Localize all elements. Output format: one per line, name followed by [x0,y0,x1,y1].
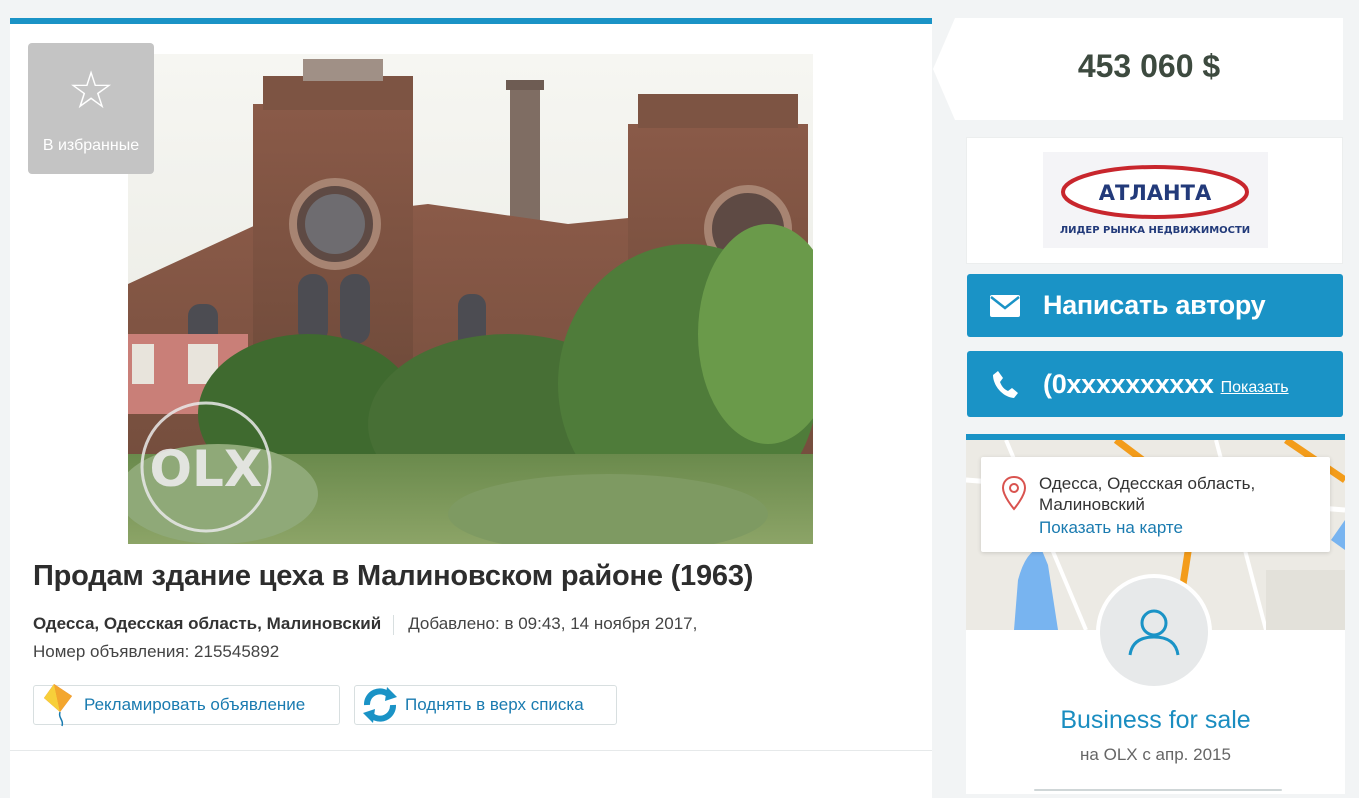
refresh-icon [355,685,405,725]
svg-text:ЛИДЕР РЫНКА НЕДВИЖИМОСТИ: ЛИДЕР РЫНКА НЕДВИЖИМОСТИ [1060,225,1250,236]
promote-listing-button[interactable]: Рекламировать объявление [33,684,340,727]
promote-listing-label: Рекламировать объявление [84,695,306,714]
listing-ad-number: Номер объявления: 215545892 [33,642,280,661]
bump-listing-button[interactable]: Поднять в верх списка [354,685,617,725]
kite-icon [34,684,84,727]
phone-icon [967,370,1043,398]
bump-listing-label: Поднять в верх списка [405,695,584,714]
olx-watermark: OLX [150,440,263,498]
listing-meta: Одесса, Одесская область, Малиновский Доб… [33,610,913,666]
listing-photo[interactable]: OLX [128,54,813,544]
agency-logo-box[interactable]: АТЛАНТА ЛИДЕР РЫНКА НЕДВИЖИМОСТИ [966,137,1343,264]
meta-divider [393,614,395,635]
seller-divider [1034,789,1282,791]
show-on-map-link[interactable]: Показать на карте [1039,518,1183,538]
svg-text:АТЛАНТА: АТЛАНТА [1099,181,1212,205]
listing-location: Одесса, Одесская область, Малиновский [33,614,382,633]
message-author-label: Написать автору [1043,290,1266,320]
seller-name-link[interactable]: Business for sale [966,706,1345,735]
agency-logo: АТЛАНТА ЛИДЕР РЫНКА НЕДВИЖИМОСТИ [1043,152,1268,248]
location-address: Одесса, Одесская область, Малиновский [1039,474,1256,514]
message-author-button[interactable]: Написать автору [967,274,1343,337]
card-divider [10,750,932,751]
seller-avatar[interactable] [1096,574,1212,690]
star-outline-icon: ☆ [67,62,115,120]
add-to-favorites-button[interactable]: ☆ В избранные [28,43,154,174]
seller-since: на OLX с апр. 2015 [1080,745,1231,764]
price-box: 453 060 $ [933,18,1343,120]
listing-added-date: Добавлено: в 09:43, 14 ноября 2017, [408,614,698,633]
location-card: Одесса, Одесская область, Малиновский По… [981,457,1330,552]
phone-number: (0xxxxxxxxxx [1043,368,1214,399]
building-photo: OLX [128,54,813,544]
envelope-icon [967,294,1043,317]
location-pin-icon [1001,475,1027,516]
phone-button[interactable]: (0xxxxxxxxxx Показать [967,351,1343,417]
listing-card: OLX ☆ В избранные Продам здание цеха в М… [10,18,932,798]
listing-price: 453 060 $ [1077,48,1221,84]
user-icon [1128,609,1180,656]
seller-card: Одесса, Одесская область, Малиновский По… [966,434,1345,794]
favorites-label: В избранные [42,137,140,154]
listing-title: Продам здание цеха в Малиновском районе … [33,560,754,592]
show-phone-link[interactable]: Показать [1221,379,1289,397]
